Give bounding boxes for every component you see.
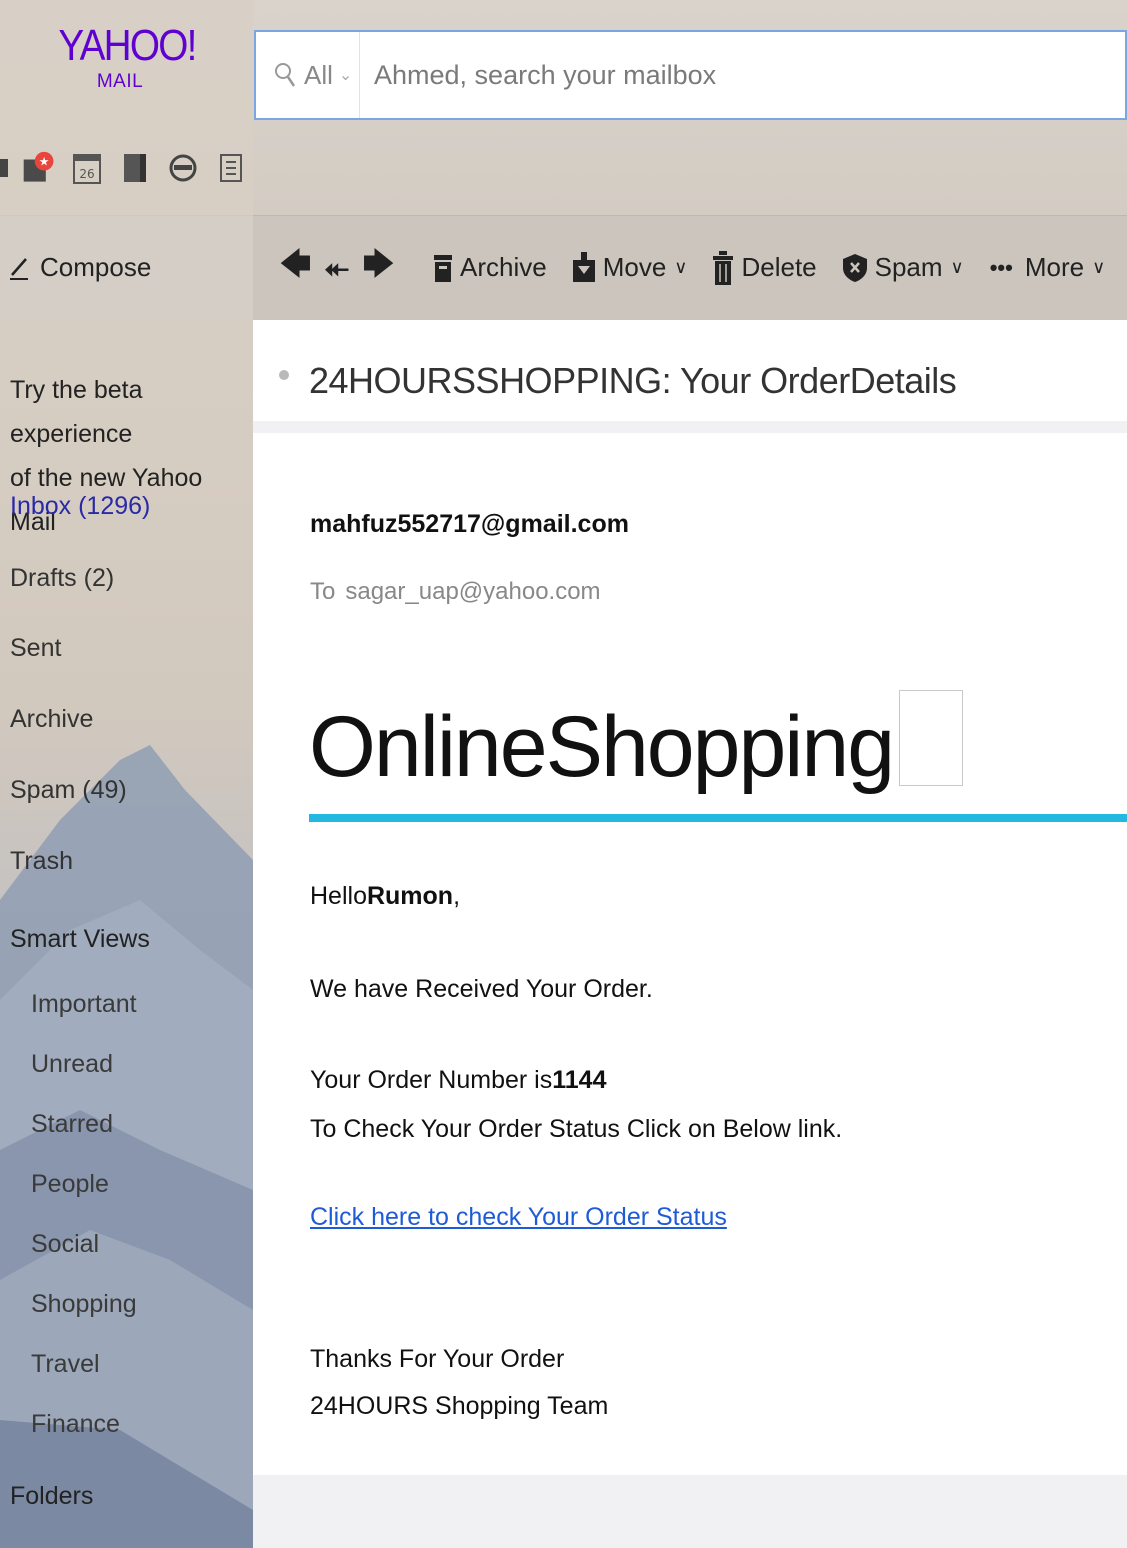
search-bar: All ⌄ (254, 30, 1127, 120)
sidebar-nav: Try the beta experience of the new Yahoo… (0, 320, 253, 1548)
order-status-link[interactable]: Click here to check Your Order Status (310, 1203, 727, 1232)
spam-button[interactable]: Spam ∨ (842, 252, 964, 283)
shield-icon (842, 253, 867, 282)
beta-promo-line1: Try the beta experience (10, 376, 143, 448)
sidebar-item-unread[interactable]: Unread (31, 1050, 113, 1079)
message-pane: 24HOURSSHOPPING: Your OrderDetails mahfu… (253, 320, 1127, 1548)
messenger-icon[interactable] (166, 148, 200, 188)
calendar-day: 26 (79, 167, 94, 181)
move-button[interactable]: Move ∨ (572, 251, 688, 284)
move-icon (572, 251, 595, 282)
sidebar-item-starred[interactable]: Starred (31, 1110, 113, 1139)
greeting: HelloRumon, (310, 882, 460, 911)
sidebar-item-sent[interactable]: Sent (10, 634, 61, 663)
smart-views-heading[interactable]: Smart Views (10, 925, 150, 954)
forward-icon[interactable]: 🡆 (363, 242, 394, 293)
notepad-icon[interactable] (118, 148, 152, 188)
message-subject: 24HOURSSHOPPING: Your OrderDetails (309, 360, 957, 401)
chevron-down-icon: ∨ (674, 257, 688, 277)
delete-label: Delete (741, 252, 817, 282)
sidebar-item-spam[interactable]: Spam (49) (10, 776, 127, 805)
message-actions: 🡄 ⯬ 🡆 Archive Move ∨ Delete Spam ∨ ••• M… (280, 215, 1127, 320)
message-footer (253, 1475, 1127, 1548)
order-received-text: We have Received Your Order. (310, 975, 653, 1003)
logo-product-text: MAIL (96, 71, 144, 92)
search-icon (275, 63, 296, 87)
pencil-icon (10, 257, 28, 280)
order-number: 1144 (552, 1066, 607, 1094)
sidebar-item-finance[interactable]: Finance (31, 1410, 120, 1439)
sidebar-item-social[interactable]: Social (31, 1230, 99, 1259)
signature-text: 24HOURS Shopping Team (310, 1392, 609, 1420)
broken-image-placeholder (899, 690, 964, 786)
to-label: To (310, 578, 336, 605)
archive-button[interactable]: Archive (434, 252, 547, 283)
more-button[interactable]: ••• More ∨ (990, 252, 1106, 283)
sidebar-item-people[interactable]: People (31, 1170, 109, 1199)
news-icon[interactable] (214, 148, 248, 188)
sidebar-item-trash[interactable]: Trash (10, 847, 73, 876)
archive-icon (434, 254, 452, 282)
search-input[interactable] (360, 32, 1125, 118)
chevron-down-icon: ∨ (950, 257, 964, 277)
unread-dot-icon[interactable] (279, 370, 289, 380)
compose-label: Compose (40, 252, 152, 282)
sidebar-item-shopping[interactable]: Shopping (31, 1290, 137, 1319)
calendar-icon[interactable]: 26 (70, 148, 104, 188)
sidebar-item-drafts[interactable]: Drafts (2) (10, 564, 114, 593)
chevron-down-icon: ⌄ (338, 67, 353, 84)
sidebar-item-inbox[interactable]: Inbox (1296) (10, 492, 150, 521)
order-number-prefix: Your Order Number is (310, 1066, 553, 1094)
recipient-line: To sagar_uap@yahoo.com (310, 578, 601, 606)
recipient-address[interactable]: sagar_uap@yahoo.com (345, 578, 600, 605)
folders-heading[interactable]: Folders (10, 1482, 93, 1511)
hero-title: OnlineShopping (309, 699, 895, 795)
mail-icon[interactable] (0, 148, 8, 188)
more-label: More (1024, 252, 1085, 282)
thanks-text: Thanks For Your Order (310, 1345, 565, 1373)
archive-label: Archive (460, 252, 547, 282)
chevron-down-icon: ∨ (1092, 257, 1106, 277)
search-scope-label: All (304, 59, 333, 90)
move-label: Move (602, 252, 667, 282)
logo-brand-text: YAHOO! (58, 21, 197, 70)
order-number-line: Your Order Number is1144 (310, 1066, 606, 1095)
hero-divider (309, 814, 1127, 822)
sender-address[interactable]: mahfuz552717@gmail.com (310, 510, 629, 539)
search-scope-dropdown[interactable]: All ⌄ (256, 32, 360, 118)
reply-icon[interactable]: 🡄 (280, 242, 311, 293)
compose-button[interactable]: Compose (0, 215, 253, 320)
sidebar-item-travel[interactable]: Travel (31, 1350, 100, 1379)
sidebar-item-archive[interactable]: Archive (10, 705, 93, 734)
ellipsis-icon: ••• (989, 254, 1013, 280)
subject-bar: 24HOURSSHOPPING: Your OrderDetails (253, 320, 1127, 433)
spam-label: Spam (874, 252, 943, 282)
greeting-suffix: , (453, 882, 461, 910)
app-switcher: ★ 26 (0, 140, 248, 196)
trash-icon (713, 250, 734, 285)
greeting-name: Rumon (366, 882, 454, 910)
contacts-icon[interactable]: ★ (22, 148, 56, 188)
svg-text:★: ★ (39, 154, 50, 168)
delete-button[interactable]: Delete (713, 250, 817, 285)
email-hero: OnlineShopping (309, 690, 964, 795)
check-status-text: To Check Your Order Status Click on Belo… (310, 1115, 843, 1143)
greeting-prefix: Hello (310, 882, 367, 910)
reply-all-icon[interactable]: ⯬ (325, 251, 349, 285)
yahoo-mail-logo[interactable]: YAHOO! MAIL (50, 21, 197, 122)
sidebar-item-important[interactable]: Important (31, 990, 137, 1019)
